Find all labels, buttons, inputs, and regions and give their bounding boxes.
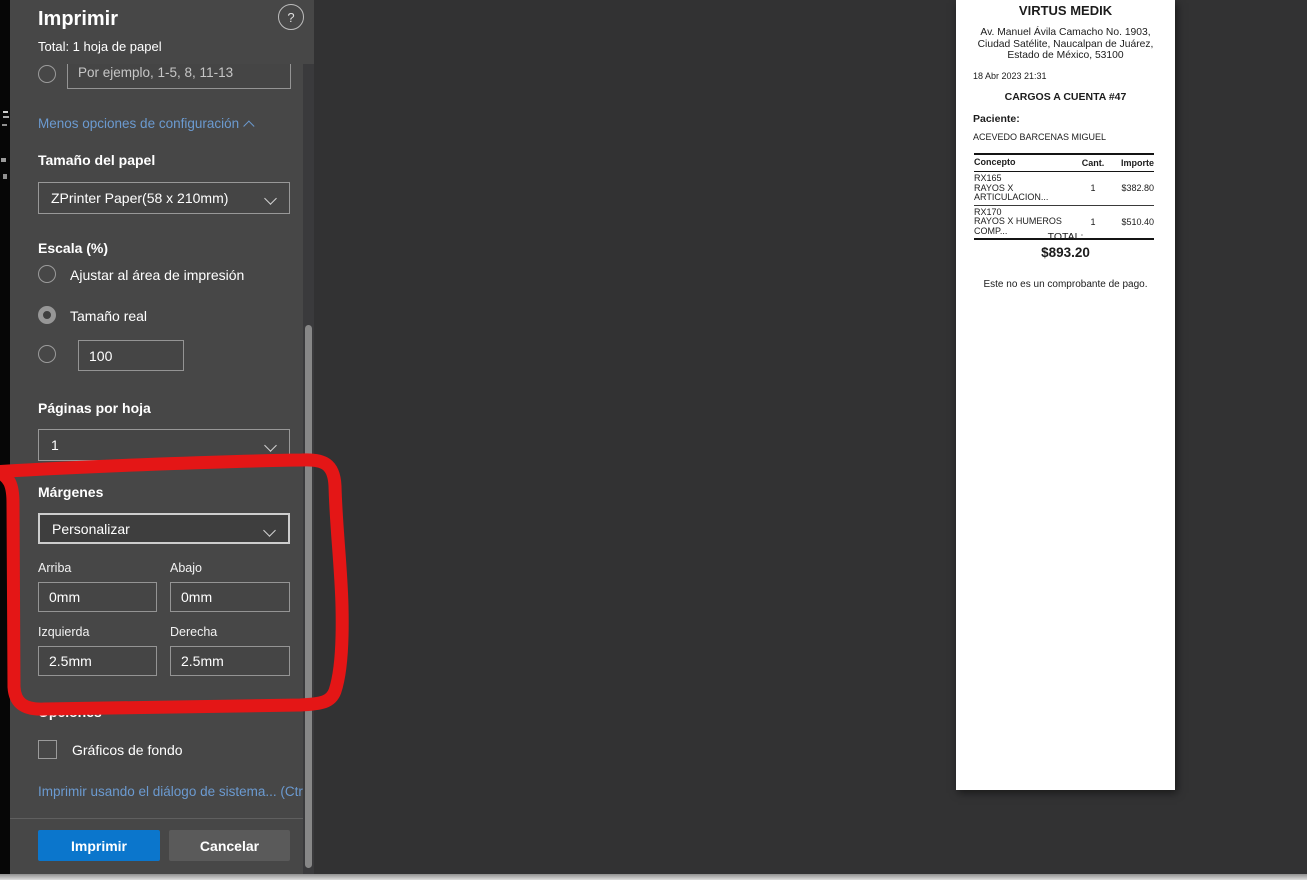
margins-value: Personalizar [52,520,130,537]
receipt-total-label: TOTAL: [1047,231,1084,243]
margins-select[interactable]: Personalizar [38,513,290,544]
edge-mark [3,116,9,118]
system-dialog-link[interactable]: Imprimir usando el diálogo de sistema...… [38,784,314,799]
question-icon: ? [287,9,295,25]
margins-label: Márgenes [38,484,104,500]
cancel-button[interactable]: Cancelar [169,830,290,861]
edge-mark [3,111,8,113]
receipt-total-amount: $893.20 [1041,245,1090,260]
chevron-down-icon [264,439,277,452]
cell-qty: 1 [1090,216,1096,227]
scale-label: Escala (%) [38,240,109,256]
page-range-radio[interactable] [38,65,56,83]
edge-mark [2,124,7,126]
receipt-table: Concepto Cant. Importe RX165 RAYOS X ART… [974,153,1154,240]
page-range-row [10,64,314,90]
receipt-address: Av. Manuel Ávila Camacho No. 1903, Ciuda… [977,27,1154,61]
paper-size-select[interactable]: ZPrinter Paper(58 x 210mm) [38,182,290,214]
options-label: Opciones [38,704,102,720]
fewer-settings-link[interactable]: Menos opciones de configuración [38,116,255,132]
cell-amount: $510.40 [1121,216,1154,227]
pages-per-sheet-select[interactable]: 1 [38,429,290,461]
patient-name: ACEVEDO BARCENAS MIGUEL [973,132,1107,142]
background-graphics-label: Gráficos de fondo [72,742,183,758]
edge-mark [1,158,6,162]
header-concept: Concepto [974,157,1016,167]
footer-divider [10,818,314,819]
receipt-datetime: 18 Abr 2023 21:31 [973,71,1047,81]
dialog-title: Imprimir [38,8,119,30]
margin-top-label: Arriba [38,561,72,575]
chevron-up-icon [243,120,255,132]
chevron-down-icon [263,524,276,537]
margin-left-label: Izquierda [38,625,90,639]
header-amount: Importe [1120,158,1154,168]
scale-real-label: Tamaño real [70,308,148,324]
receipt-document-title: CARGOS A CUENTA #47 [1004,91,1127,103]
cell-qty: 1 [1090,183,1096,194]
margin-left-input[interactable] [38,646,157,676]
print-preview: VIRTUS MEDIK Av. Manuel Ávila Camacho No… [314,0,1307,874]
print-screen: Imprimir Total: 1 hoja de papel ? Menos … [0,0,1307,880]
patient-label: Paciente: [973,113,1020,125]
print-dialog: Imprimir Total: 1 hoja de papel ? Menos … [10,0,314,874]
margin-right-label: Derecha [170,625,218,639]
margin-bottom-label: Abajo [170,561,202,575]
margin-bottom-input[interactable] [170,582,290,612]
left-edge-strip [0,0,10,880]
header-qty: Cant. [1081,158,1105,168]
help-button[interactable]: ? [278,4,304,30]
receipt-footer-note: Este no es un comprobante de pago. [983,279,1148,290]
cell-amount: $382.80 [1121,183,1154,194]
dialog-header: Imprimir Total: 1 hoja de papel ? [10,0,314,64]
print-button[interactable]: Imprimir [38,830,160,861]
table-row: RX165 RAYOS X ARTICULACION... 1 $382.80 [974,172,1154,206]
pages-per-sheet-label: Páginas por hoja [38,400,151,416]
cell-concept: RX165 RAYOS X ARTICULACION... [974,173,1049,202]
scale-real-radio[interactable] [38,306,56,324]
bottom-edge-strip [0,874,1307,880]
scale-fit-label: Ajustar al área de impresión [70,267,245,283]
background-graphics-checkbox[interactable] [38,740,57,759]
margin-right-input[interactable] [170,646,290,676]
chevron-down-icon [264,192,277,205]
receipt-business-name: VIRTUS MEDIK [1018,3,1113,18]
margin-top-input[interactable] [38,582,157,612]
page-range-input[interactable] [67,64,291,89]
paper-size-value: ZPrinter Paper(58 x 210mm) [51,190,229,206]
panel-scrollbar-thumb[interactable] [305,325,312,868]
pages-per-sheet-value: 1 [51,437,59,453]
scale-fit-radio[interactable] [38,265,56,283]
paper-size-label: Tamaño del papel [38,152,156,168]
dialog-subtitle: Total: 1 hoja de papel [38,39,162,54]
scale-custom-input[interactable] [78,340,184,371]
edge-mark [3,174,7,179]
receipt-table-header: Concepto Cant. Importe [974,153,1154,172]
receipt-paper: VIRTUS MEDIK Av. Manuel Ávila Camacho No… [956,0,1175,790]
scale-custom-radio[interactable] [38,345,56,363]
